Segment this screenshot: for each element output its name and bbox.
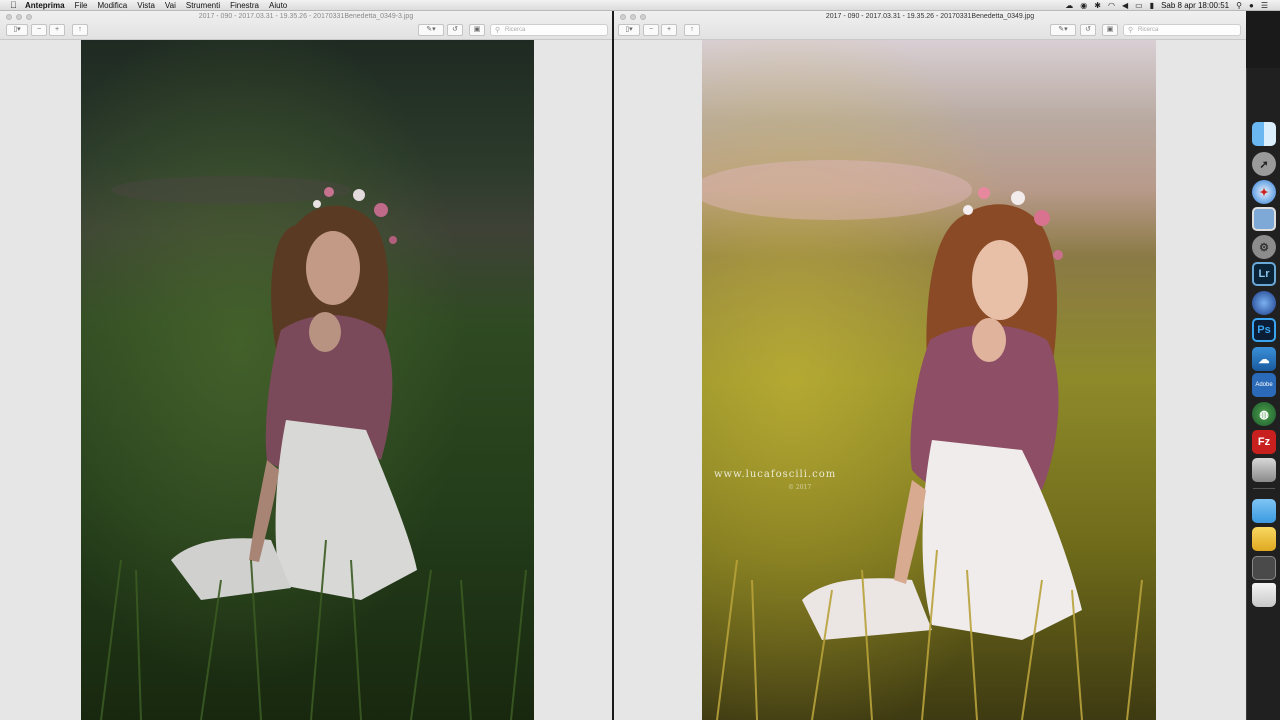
photo-edited: www.lucafoscili.com © 2017: [702, 40, 1156, 720]
zoom-out-button[interactable]: −: [31, 24, 47, 36]
photo-watermark-year: © 2017: [788, 484, 812, 491]
safari-icon[interactable]: ✦: [1252, 180, 1276, 204]
creative-cloud-status-icon[interactable]: ☁: [1065, 0, 1073, 11]
bluetooth-icon[interactable]: ✱: [1094, 0, 1101, 11]
battery-icon[interactable]: ▮: [1150, 0, 1154, 11]
zoom-out-button[interactable]: −: [643, 24, 659, 36]
rotate-button[interactable]: ↺: [1080, 24, 1096, 36]
toolbox-button[interactable]: ▣: [469, 24, 485, 36]
menu-file[interactable]: File: [70, 0, 93, 11]
trash-icon[interactable]: [1252, 583, 1276, 607]
search-placeholder: Ricerca: [1138, 27, 1159, 33]
menu-help[interactable]: Aiuto: [264, 0, 292, 11]
menu-go[interactable]: Vai: [160, 0, 181, 11]
photo-original-image: [81, 40, 534, 720]
toolbox-button[interactable]: ▣: [1102, 24, 1118, 36]
menu-window[interactable]: Finestra: [225, 0, 264, 11]
zoom-in-button[interactable]: +: [661, 24, 677, 36]
desktop:  Anteprima File Modifica Vista Vai Stru…: [0, 0, 1280, 720]
world-icon[interactable]: ◍: [1252, 402, 1276, 426]
adobe-icon[interactable]: Adobe: [1252, 373, 1276, 397]
menu-app-name[interactable]: Anteprima: [20, 0, 70, 11]
window-title: 2017 - 090 - 2017.03.31 - 19.35.26 - 201…: [825, 13, 1035, 20]
photos-folder-icon[interactable]: [1252, 458, 1276, 482]
sidebar-toggle-button[interactable]: ▯▾: [618, 24, 640, 36]
share-button[interactable]: ↑: [72, 24, 88, 36]
filezilla-icon[interactable]: Fz: [1252, 430, 1276, 454]
finder-icon[interactable]: [1252, 122, 1276, 146]
spotlight-search-icon[interactable]: ⚲: [1236, 0, 1242, 11]
menu-clock[interactable]: Sab 8 apr 18:00:51: [1161, 1, 1229, 10]
launchpad-icon[interactable]: ➚: [1252, 152, 1276, 176]
photo-watermark: www.lucafoscili.com: [714, 469, 837, 480]
share-button[interactable]: ↑: [684, 24, 700, 36]
window-titlebar: 2017 - 090 - 2017.03.31 - 19.35.26 - 201…: [614, 11, 1246, 40]
preview-icon[interactable]: [1252, 207, 1276, 231]
system-preferences-icon[interactable]: ⚙: [1252, 235, 1276, 259]
user-icon[interactable]: ●: [1249, 0, 1254, 11]
menu-bar:  Anteprima File Modifica Vista Vai Stru…: [0, 0, 1280, 11]
creative-cloud-files-icon[interactable]: ☁: [1252, 347, 1276, 371]
menu-tools[interactable]: Strumenti: [181, 0, 225, 11]
markup-button[interactable]: ✎▾: [418, 24, 444, 36]
preview-window-left: 2017 - 090 - 2017.03.31 - 19.35.26 - 201…: [0, 11, 612, 720]
window-title: 2017 - 090 - 2017.03.31 - 19.35.26 - 201…: [198, 13, 414, 20]
volume-icon[interactable]: ◀: [1122, 0, 1128, 11]
sidebar-toggle-button[interactable]: ▯▾: [6, 24, 28, 36]
downloads-folder-icon[interactable]: [1252, 499, 1276, 523]
photo-original: [81, 40, 534, 720]
search-icon: ⚲: [495, 27, 501, 34]
dock-separator: [1253, 488, 1275, 489]
lightroom-icon[interactable]: Lr: [1252, 262, 1276, 286]
sync-status-icon[interactable]: ◉: [1080, 0, 1087, 11]
photo-edited-image: [702, 40, 1156, 720]
drive-icon[interactable]: [1252, 527, 1276, 551]
search-icon: ⚲: [1128, 27, 1134, 34]
zoom-in-button[interactable]: +: [49, 24, 65, 36]
window-titlebar: 2017 - 090 - 2017.03.31 - 19.35.26 - 201…: [0, 11, 612, 40]
browser-icon[interactable]: [1252, 291, 1276, 315]
preview-window-right: 2017 - 090 - 2017.03.31 - 19.35.26 - 201…: [614, 11, 1246, 720]
photoshop-icon[interactable]: Ps: [1252, 318, 1276, 342]
rotate-button[interactable]: ↺: [447, 24, 463, 36]
apple-menu-icon[interactable]: : [10, 0, 20, 11]
search-placeholder: Ricerca: [505, 27, 526, 33]
status-area: ☁ ◉ ✱ ◠ ◀ ▭ ▮ Sab 8 apr 18:00:51 ⚲ ● ☰: [1065, 0, 1280, 11]
search-input[interactable]: ⚲ Ricerca: [490, 24, 608, 36]
notification-center-icon[interactable]: ☰: [1261, 0, 1268, 11]
menu-edit[interactable]: Modifica: [92, 0, 132, 11]
dock: ➚ ✦ ⚙ Lr Ps ☁ Adobe ◍ Fz: [1246, 68, 1280, 720]
markup-button[interactable]: ✎▾: [1050, 24, 1076, 36]
display-icon[interactable]: ▭: [1135, 0, 1143, 11]
menu-view[interactable]: Vista: [132, 0, 160, 11]
wifi-icon[interactable]: ◠: [1108, 0, 1115, 11]
stack-icon[interactable]: [1252, 556, 1276, 580]
search-input[interactable]: ⚲ Ricerca: [1123, 24, 1241, 36]
